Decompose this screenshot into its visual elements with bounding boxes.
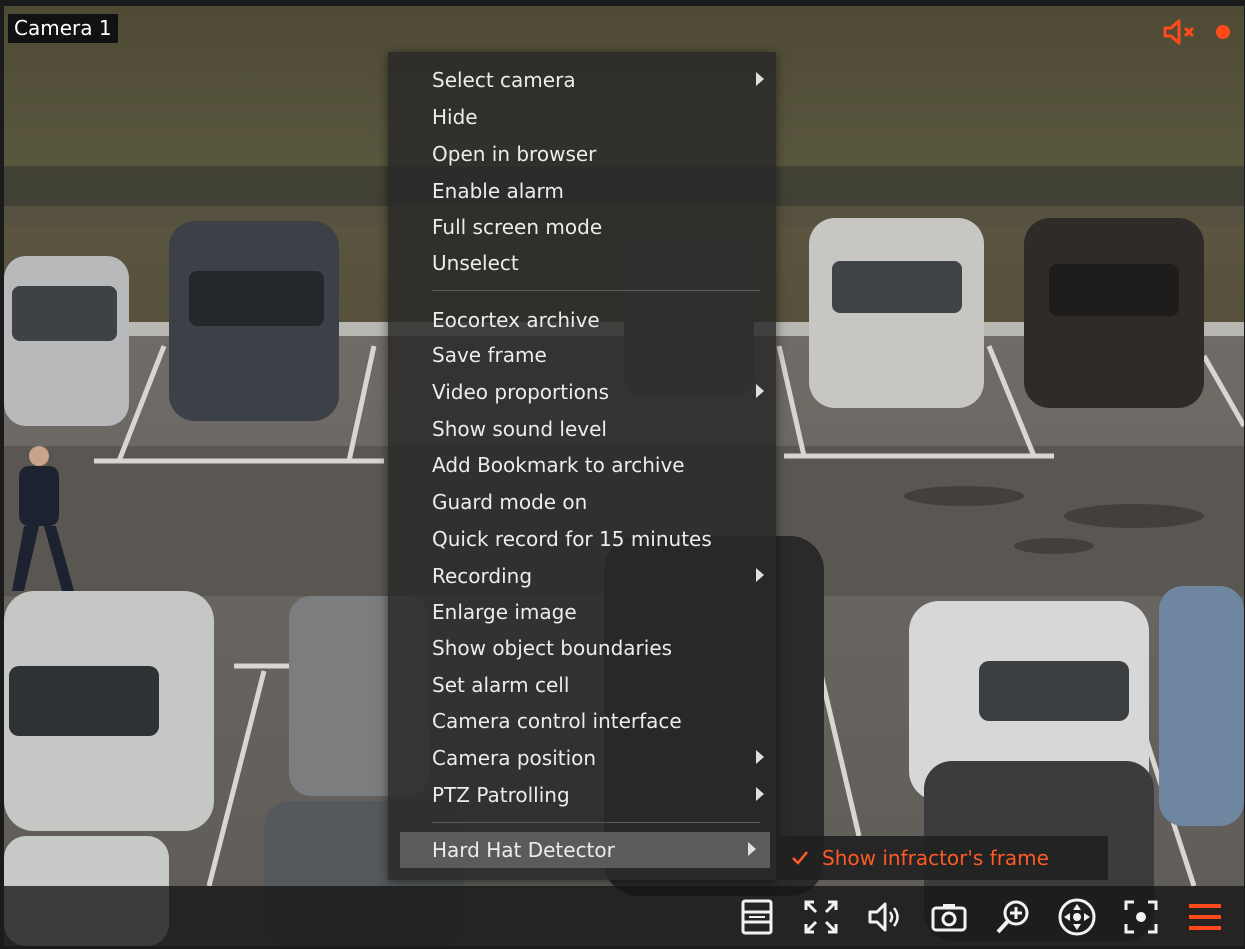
menu-item-label: Add Bookmark to archive (432, 453, 685, 477)
menu-item-video-proportions[interactable]: Video proportions (388, 374, 776, 410)
menu-item-show-sound-level[interactable]: Show sound level (388, 411, 776, 447)
menu-item-guard-mode-on[interactable]: Guard mode on (388, 484, 776, 520)
menu-item-show-object-boundaries[interactable]: Show object boundaries (388, 630, 776, 666)
menu-item-label: Select camera (432, 68, 576, 92)
camera-toolbar (736, 896, 1226, 938)
zoom-in-icon[interactable] (992, 896, 1034, 938)
menu-separator (432, 290, 760, 291)
menu-item-label: Enlarge image (432, 600, 577, 624)
menu-item-label: Show object boundaries (432, 636, 673, 660)
submenu-arrow-icon (748, 842, 756, 856)
menu-item-save-frame[interactable]: Save frame (388, 337, 776, 373)
menu-item-recording[interactable]: Recording (388, 558, 776, 594)
menu-item-label: Show sound level (432, 417, 607, 441)
menu-item-label: Recording (432, 564, 533, 588)
submenu-arrow-icon (756, 72, 764, 86)
menu-item-label: PTZ Patrolling (432, 783, 570, 807)
submenu-arrow-icon (756, 568, 764, 582)
menu-icon[interactable] (1184, 896, 1226, 938)
menu-item-eocortex-archive[interactable]: Eocortex archive (388, 302, 776, 338)
snapshot-icon[interactable] (928, 896, 970, 938)
menu-item-quick-record[interactable]: Quick record for 15 minutes (388, 521, 776, 557)
menu-item-unselect[interactable]: Unselect (388, 245, 776, 281)
status-indicators (1162, 18, 1230, 46)
menu-item-enlarge-image[interactable]: Enlarge image (388, 594, 776, 630)
menu-separator (432, 822, 760, 823)
menu-item-hard-hat-detector[interactable]: Hard Hat Detector (400, 832, 770, 868)
menu-item-label: Eocortex archive (432, 308, 600, 332)
submenu-arrow-icon (756, 787, 764, 801)
menu-item-label: Quick record for 15 minutes (432, 527, 712, 551)
check-icon (792, 846, 808, 870)
menu-item-label: Open in browser (432, 142, 597, 166)
submenu-arrow-icon (756, 384, 764, 398)
ptz-icon[interactable] (1056, 896, 1098, 938)
menu-item-label: Video proportions (432, 380, 609, 404)
recording-dot-icon (1216, 25, 1230, 39)
menu-item-set-alarm-cell[interactable]: Set alarm cell (388, 667, 776, 703)
menu-item-enable-alarm[interactable]: Enable alarm (388, 173, 776, 209)
speaker-muted-icon[interactable] (1162, 18, 1198, 46)
menu-item-label: Guard mode on (432, 490, 588, 514)
menu-item-label: Save frame (432, 343, 547, 367)
camera-title: Camera 1 (8, 14, 118, 43)
menu-item-label: Full screen mode (432, 215, 603, 239)
menu-item-hide[interactable]: Hide (388, 99, 776, 135)
camera-context-menu: Select camera Hide Open in browser Enabl… (388, 52, 776, 880)
submenu-arrow-icon (756, 750, 764, 764)
menu-item-label: Enable alarm (432, 179, 564, 203)
hard-hat-submenu: Show infractor's frame (778, 836, 1108, 880)
menu-item-open-in-browser[interactable]: Open in browser (388, 136, 776, 172)
menu-item-label: Camera control interface (432, 709, 682, 733)
menu-item-label: Hide (432, 105, 478, 129)
menu-item-full-screen-mode[interactable]: Full screen mode (388, 209, 776, 245)
focus-icon[interactable] (1120, 896, 1162, 938)
menu-item-camera-position[interactable]: Camera position (388, 740, 776, 776)
menu-item-ptz-patrolling[interactable]: PTZ Patrolling (388, 777, 776, 813)
menu-item-label: Camera position (432, 746, 597, 770)
layout-icon[interactable] (736, 896, 778, 938)
menu-item-label: Hard Hat Detector (432, 838, 615, 862)
menu-item-select-camera[interactable]: Select camera (388, 62, 776, 98)
menu-item-add-bookmark[interactable]: Add Bookmark to archive (388, 447, 776, 483)
menu-item-label: Unselect (432, 251, 519, 275)
camera-viewport[interactable]: Camera 1 Select camera Hide Open in brow… (4, 6, 1244, 946)
menu-item-camera-control-interface[interactable]: Camera control interface (388, 703, 776, 739)
submenu-item-show-infractors-frame[interactable]: Show infractor's frame (822, 846, 1049, 870)
menu-item-label: Set alarm cell (432, 673, 570, 697)
fullscreen-icon[interactable] (800, 896, 842, 938)
sound-icon[interactable] (864, 896, 906, 938)
